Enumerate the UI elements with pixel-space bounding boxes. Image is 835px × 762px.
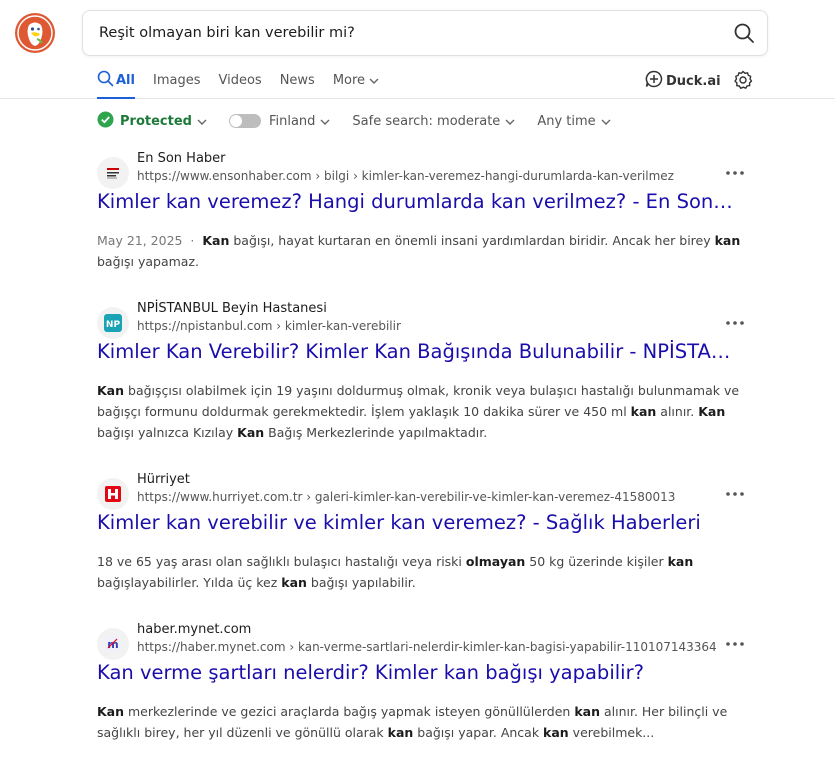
- result-title-link[interactable]: Kimler kan verebilir ve kimler kan verem…: [97, 511, 737, 534]
- result-title-link[interactable]: Kan verme şartları nelerdir? Kimler kan …: [97, 661, 737, 684]
- chevron-down-icon: [365, 73, 381, 88]
- search-filters: Protected Finland Safe search: moderate …: [97, 111, 633, 131]
- result-site-name: En Son Haber: [137, 151, 226, 166]
- result-snippet-text: Kan bağışçısı olabilmek için 19 yaşını d…: [97, 383, 740, 440]
- ensonhaber-favicon-icon: [97, 157, 129, 189]
- region-toggle[interactable]: [228, 114, 261, 128]
- more-options-icon[interactable]: [725, 632, 745, 646]
- protected-filter[interactable]: Protected: [97, 111, 207, 132]
- tab-label: All: [116, 72, 135, 88]
- search-tabs: All Images Videos News More: [97, 68, 399, 99]
- search-input[interactable]: [99, 11, 699, 55]
- tab-all[interactable]: All: [97, 68, 135, 99]
- tab-news[interactable]: News: [280, 68, 315, 92]
- chevron-down-icon: [601, 114, 611, 129]
- more-options-icon[interactable]: [725, 311, 745, 325]
- chevron-down-icon: [505, 114, 515, 129]
- gear-icon[interactable]: [733, 70, 753, 90]
- result-url[interactable]: https://www.ensonhaber.com › bilgi › kim…: [137, 169, 674, 183]
- time-label: Any time: [537, 113, 596, 129]
- check-circle-icon: [97, 111, 114, 132]
- more-options-icon[interactable]: [725, 482, 745, 496]
- chevron-down-icon: [320, 114, 330, 129]
- chat-bubble-icon: [645, 70, 666, 92]
- duckai-label: Duck.ai: [666, 73, 721, 89]
- time-filter[interactable]: Any time: [537, 113, 611, 129]
- hurriyet-favicon-icon: [97, 478, 129, 510]
- result-url[interactable]: https://npistanbul.com › kimler-kan-vere…: [137, 319, 401, 333]
- result-url[interactable]: https://haber.mynet.com › kan-verme-sart…: [137, 640, 717, 654]
- safe-search-label: Safe search: moderate: [352, 113, 501, 129]
- region-filter[interactable]: Finland: [228, 113, 330, 129]
- date-separator: ·: [182, 233, 203, 248]
- chevron-down-icon: [197, 114, 207, 129]
- search-box: [82, 10, 768, 56]
- search-icon: [97, 70, 116, 91]
- result-snippet: 18 ve 65 yaş arası olan sağlıklı bulaşıc…: [97, 551, 752, 593]
- result-site-name: haber.mynet.com: [137, 622, 252, 637]
- more-options-icon[interactable]: [725, 161, 745, 175]
- tab-label: News: [279, 72, 315, 88]
- region-label: Finland: [268, 113, 316, 129]
- protected-label: Protected: [120, 113, 192, 129]
- tab-label: Images: [152, 72, 201, 88]
- search-icon[interactable]: [733, 22, 755, 44]
- result-snippet: May 21, 2025 · Kan bağışı, hayat kurtara…: [97, 230, 752, 272]
- result-snippet: Kan merkezlerinde ve gezici araçlarda ba…: [97, 701, 752, 743]
- result-date: May 21, 2025: [97, 233, 183, 248]
- header: All Images Videos News More Duck.ai: [0, 0, 835, 99]
- svg-text:m: m: [107, 638, 118, 651]
- result-snippet-text: 18 ve 65 yaş arası olan sağlıklı bulaşıc…: [97, 554, 694, 590]
- tab-more[interactable]: More: [333, 68, 381, 92]
- duckai-button[interactable]: Duck.ai: [645, 70, 721, 92]
- tab-videos[interactable]: Videos: [218, 68, 261, 92]
- result-site-name: NPİSTANBUL Beyin Hastanesi: [137, 301, 327, 316]
- svg-text:NP: NP: [106, 320, 121, 330]
- tab-label: More: [332, 72, 366, 88]
- mynet-favicon-icon: m: [97, 628, 129, 660]
- safe-search-filter[interactable]: Safe search: moderate: [352, 114, 515, 129]
- result-title-link[interactable]: Kimler kan veremez? Hangi durumlarda kan…: [97, 190, 737, 213]
- tab-images[interactable]: Images: [153, 68, 201, 92]
- result-title-link[interactable]: Kimler Kan Verebilir? Kimler Kan Bağışın…: [97, 340, 737, 363]
- result-snippet: Kan bağışçısı olabilmek için 19 yaşını d…: [97, 380, 752, 443]
- npistanbul-favicon-icon: NP: [97, 307, 129, 339]
- result-snippet-text: Kan merkezlerinde ve gezici araçlarda ba…: [97, 704, 728, 740]
- result-site-name: Hürriyet: [137, 472, 190, 487]
- tab-label: Videos: [218, 72, 262, 88]
- result-url[interactable]: https://www.hurriyet.com.tr › galeri-kim…: [137, 490, 675, 504]
- duckduckgo-logo-icon[interactable]: [15, 13, 55, 53]
